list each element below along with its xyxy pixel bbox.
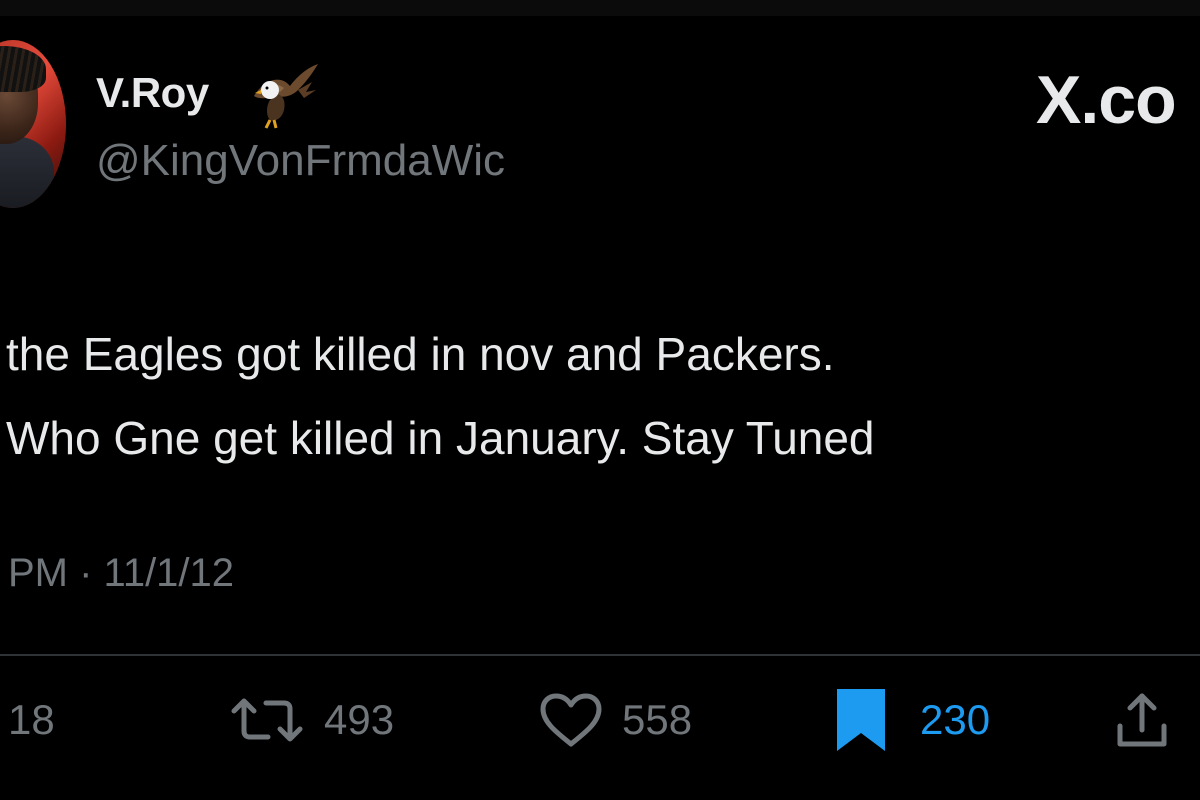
retweet-icon [228,695,306,745]
x-logo: X.co [1036,62,1177,138]
top-strip [0,0,1200,16]
tweet-text: the Eagles got killed in nov and Packers… [6,312,1156,480]
tweet-text-line: Who Gne get killed in January. Stay Tune… [6,412,875,464]
like-button[interactable]: 558 [538,688,692,752]
user-handle[interactable]: @KingVonFrmdaWic [96,134,505,188]
timestamp[interactable]: PM · 11/1/12 [8,548,234,598]
retweet-count: 493 [324,696,395,743]
display-name[interactable]: V.Roy [96,68,209,118]
bookmark-icon [834,687,888,753]
avatar[interactable] [0,40,66,208]
share-button[interactable] [1112,688,1172,752]
heart-icon [538,692,604,748]
retweet-button[interactable]: 493 [228,688,394,752]
reply-button[interactable]: 18 [8,688,55,752]
like-count: 558 [622,696,693,743]
bookmark-count: 230 [920,696,991,743]
share-icon [1112,690,1172,750]
divider [0,654,1200,656]
bookmark-button[interactable]: 230 [834,688,990,752]
tweet-text-line: the Eagles got killed in nov and Packers… [6,328,835,380]
reply-count: 18 [8,696,55,743]
eagle-icon [246,60,320,130]
